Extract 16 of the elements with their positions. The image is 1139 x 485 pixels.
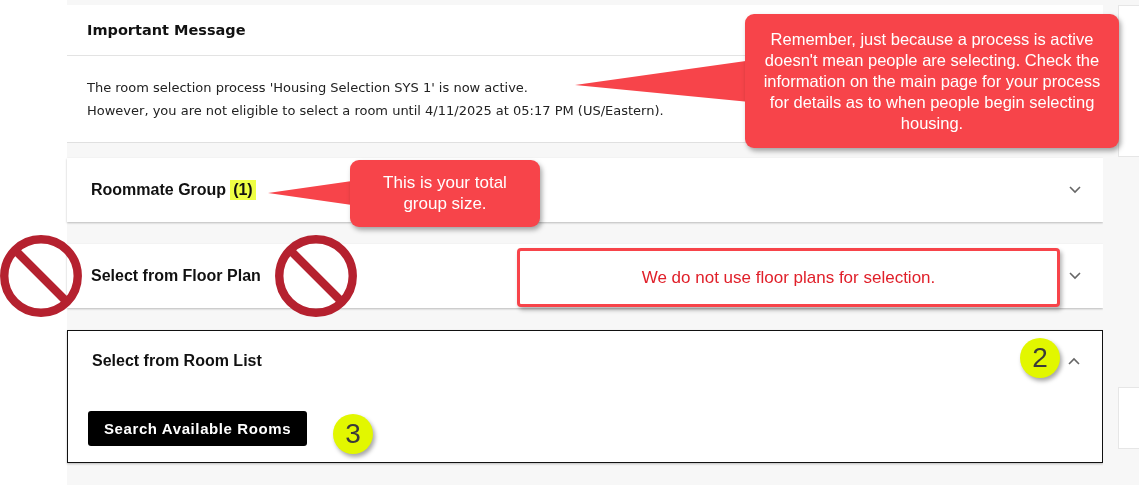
message-text: However, you are not eligible to select a room until 4/11/2025 at 05:17 PM (US/Eastern). <box>87 102 664 120</box>
section-title: Roommate Group <box>91 181 227 199</box>
search-rooms-button[interactable]: Search Available Rooms <box>88 411 308 446</box>
section-title: Select from Room List <box>92 352 262 370</box>
callout: This is your total group size. <box>350 160 540 227</box>
chevron-down-icon[interactable] <box>1069 186 1081 194</box>
chevron-down-icon[interactable] <box>1069 272 1081 280</box>
callout: Remember, just because a process is active doesn't mean people are selecting. Check the information on the main page for your process for details as to when people begin selecting housing. <box>745 14 1119 148</box>
message-text: The room selection process 'Housing Selection SYS 1' is now active. <box>87 79 528 97</box>
callout: We do not use floor plans for selection. <box>517 248 1060 307</box>
prohibited-icon <box>0 234 83 318</box>
group-count: (1) <box>230 180 256 200</box>
card-title: Important Message <box>87 22 246 38</box>
prohibited-icon <box>274 234 358 318</box>
chevron-up-icon[interactable] <box>1068 357 1080 365</box>
section-title: Select from Floor Plan <box>91 267 261 285</box>
